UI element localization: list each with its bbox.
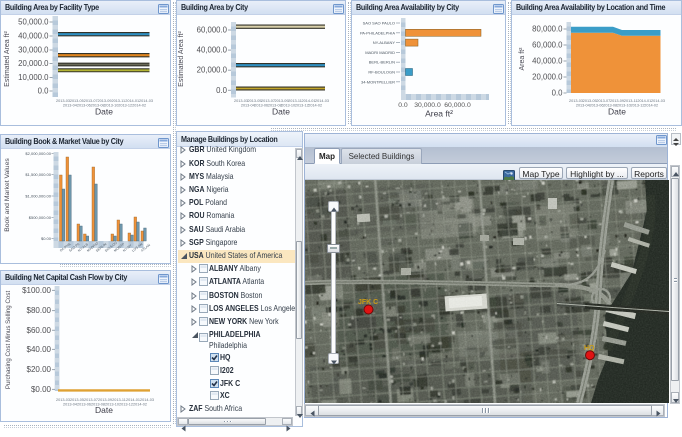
svg-text:2013-11: 2013-11 [111,99,125,103]
svg-text:40,000.0: 40,000.0 [18,32,49,41]
svg-text:20,000.0: 20,000.0 [532,73,563,82]
svg-text:2014-01: 2014-01 [302,99,316,103]
svg-text:2014-02: 2014-02 [644,104,658,108]
svg-text:2014-02: 2014-02 [308,104,322,108]
svg-text:2014-03: 2014-03 [140,398,154,402]
svg-text:$40.00: $40.00 [27,345,52,354]
svg-text:$100.00: $100.00 [22,286,51,295]
svg-text:Estimated Area ft²: Estimated Area ft² [178,31,185,87]
svg-text:80,000.0: 80,000.0 [532,25,563,34]
svg-text:2014-03: 2014-03 [651,99,665,103]
svg-text:2013-12: 2013-12 [118,104,132,108]
svg-text:2013-05: 2013-05 [583,99,597,103]
svg-text:2014-03: 2014-03 [315,99,329,103]
svg-text:0.0: 0.0 [216,86,228,95]
svg-text:2013-03: 2013-03 [234,99,248,103]
svg-text:$0.00: $0.00 [41,236,52,241]
svg-text:10,000.0: 10,000.0 [18,73,49,82]
svg-text:0.0: 0.0 [398,102,408,109]
svg-text:2013-06: 2013-06 [590,104,604,108]
svg-text:2013-05: 2013-05 [248,99,262,103]
svg-text:40,000.0: 40,000.0 [197,46,228,55]
svg-text:PA-PHILADELPHIA: PA-PHILADELPHIA [360,30,395,35]
svg-text:2013-11: 2013-11 [288,99,302,103]
svg-text:$500,000.00: $500,000.00 [29,215,52,220]
svg-text:2013-03: 2013-03 [56,398,70,402]
svg-text:Date: Date [272,107,290,117]
svg-text:Purchasing Cost Minus Selling: Purchasing Cost Minus Selling Cost [5,291,12,390]
svg-text:2013-06: 2013-06 [77,403,91,407]
svg-text:Date: Date [608,107,626,117]
svg-text:2013-07: 2013-07 [261,99,275,103]
svg-text:2013-07: 2013-07 [596,99,610,103]
svg-text:2014-01: 2014-01 [125,99,139,103]
svg-text:MADRI MADRID: MADRI MADRID [365,50,395,55]
svg-text:2014-01: 2014-01 [126,398,140,402]
svg-text:2013-12: 2013-12 [295,104,309,108]
svg-text:0.0: 0.0 [38,87,50,96]
svg-text:20,000.0: 20,000.0 [18,59,49,68]
svg-text:Book and Market Values: Book and Market Values [4,158,11,232]
svg-text:2013-06: 2013-06 [77,104,91,108]
svg-text:$1,000,000.00: $1,000,000.00 [25,194,51,199]
svg-text:60,000.0: 60,000.0 [532,41,563,50]
svg-text:2014-02: 2014-02 [132,104,146,108]
svg-text:$60.00: $60.00 [27,326,52,335]
svg-text:2013-09: 2013-09 [275,99,289,103]
svg-text:50,000.0: 50,000.0 [18,18,49,27]
svg-text:2013-05: 2013-05 [70,99,84,103]
svg-text:30,000.0: 30,000.0 [18,46,49,55]
svg-text:RF-BOULOGN: RF-BOULOGN [368,70,395,75]
svg-text:2013-11: 2013-11 [624,99,638,103]
svg-text:2014-01: 2014-01 [637,99,651,103]
svg-text:Area ft²: Area ft² [519,47,526,71]
svg-text:2013-11: 2013-11 [112,398,126,402]
svg-text:NY-ALBANY: NY-ALBANY [373,40,396,45]
svg-text:2014-03: 2014-03 [139,99,153,103]
svg-text:2013-04: 2013-04 [241,104,255,108]
svg-text:$2,000,000.00: $2,000,000.00 [25,151,51,156]
svg-text:40,000.0: 40,000.0 [532,57,563,66]
svg-text:2013-12: 2013-12 [119,403,133,407]
svg-text:2013-04: 2013-04 [63,403,77,407]
svg-text:2013-06: 2013-06 [254,104,268,108]
svg-text:2013-09: 2013-09 [98,99,112,103]
svg-text:2013-04: 2013-04 [63,104,77,108]
svg-text:20,000.0: 20,000.0 [197,66,228,75]
svg-text:$1,500,000.00: $1,500,000.00 [25,172,51,177]
svg-text:2014-02: 2014-02 [133,403,147,407]
svg-text:2013-03: 2013-03 [569,99,583,103]
svg-text:$80.00: $80.00 [27,306,52,315]
svg-text:2013-09: 2013-09 [98,398,112,402]
svg-text:2013-03: 2013-03 [56,99,70,103]
svg-text:34-MONTPELLIER: 34-MONTPELLIER [361,79,395,84]
svg-text:Estimated Area ft²: Estimated Area ft² [4,31,11,87]
svg-text:60,000.0: 60,000.0 [197,26,228,35]
svg-text:2013-04: 2013-04 [576,104,590,108]
svg-text:BERL-BERLIN: BERL-BERLIN [369,60,395,65]
svg-text:2013-09: 2013-09 [610,99,624,103]
svg-text:$20.00: $20.00 [27,365,52,374]
svg-text:Date: Date [95,405,113,415]
svg-text:Date: Date [95,107,113,117]
svg-text:0.0: 0.0 [552,89,564,98]
svg-text:SAO SAO PAULO: SAO SAO PAULO [363,21,395,26]
svg-text:2013-05: 2013-05 [70,398,84,402]
svg-text:2013-07: 2013-07 [84,398,98,402]
svg-text:2013-12: 2013-12 [631,104,645,108]
svg-text:Area ft²: Area ft² [425,109,453,119]
svg-text:2013-07: 2013-07 [84,99,98,103]
svg-text:$0.00: $0.00 [31,385,52,394]
